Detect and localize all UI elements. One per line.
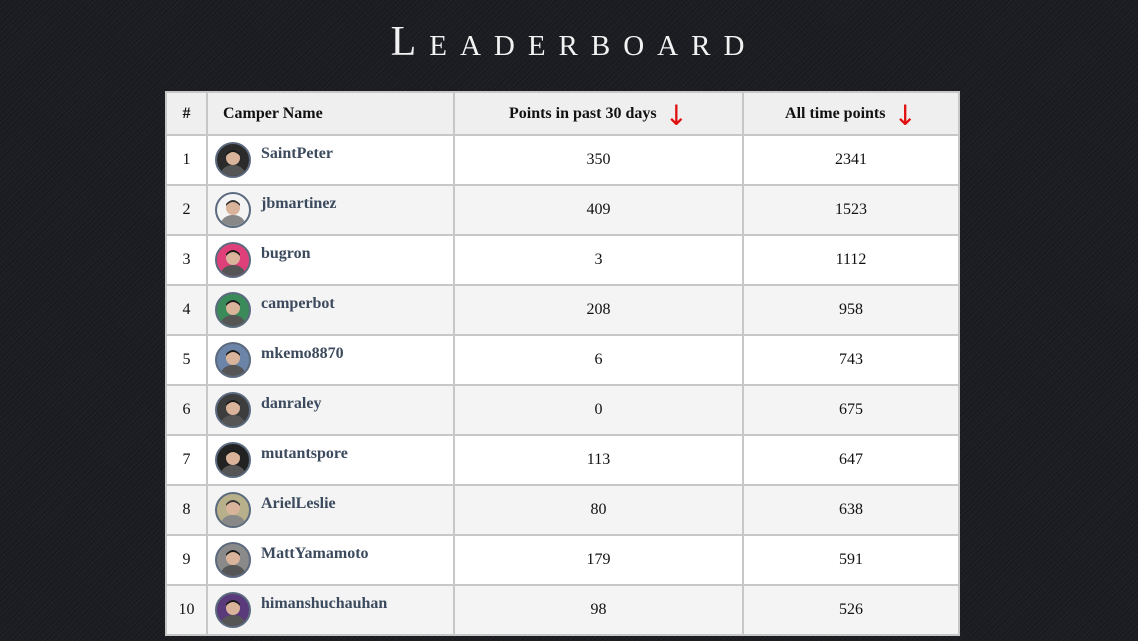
camper-profile-link[interactable]: mkemo8870 xyxy=(261,345,344,363)
recent-points-cell: 208 xyxy=(453,284,744,336)
camper-profile-link[interactable]: SaintPeter xyxy=(261,145,333,163)
alltime-points-cell: 1112 xyxy=(742,234,960,286)
camper-profile-link[interactable]: jbmartinez xyxy=(261,195,337,213)
camper-info: SaintPeter xyxy=(215,142,453,178)
camper-profile-link[interactable]: MattYamamoto xyxy=(261,545,369,563)
camper-name-cell: jbmartinez xyxy=(206,184,455,236)
camper-info: camperbot xyxy=(215,292,453,328)
rank-cell: 2 xyxy=(165,184,208,236)
recent-points-cell: 179 xyxy=(453,534,744,586)
rank-cell: 1 xyxy=(165,134,208,186)
table-row: 4 camperbot 208 958 xyxy=(165,284,960,336)
table-row: 5 mkemo8870 6 743 xyxy=(165,334,960,386)
photo-avatar-icon[interactable] xyxy=(215,142,251,178)
camper-info: danraley xyxy=(215,392,453,428)
alltime-points-cell: 591 xyxy=(742,534,960,586)
recent-points-cell: 98 xyxy=(453,584,744,636)
camper-name-cell: bugron xyxy=(206,234,455,286)
camper-profile-link[interactable]: danraley xyxy=(261,395,321,413)
table-row: 8 ArielLeslie 80 638 xyxy=(165,484,960,536)
table-row: 9 MattYamamoto 179 591 xyxy=(165,534,960,586)
photo-avatar-icon[interactable] xyxy=(215,342,251,378)
alltime-points-cell: 1523 xyxy=(742,184,960,236)
rank-cell: 4 xyxy=(165,284,208,336)
camper-profile-link[interactable]: ArielLeslie xyxy=(261,495,336,513)
rank-cell: 6 xyxy=(165,384,208,436)
camper-name-cell: himanshuchauhan xyxy=(206,584,455,636)
recent-points-cell: 0 xyxy=(453,384,744,436)
page-title: Leaderboard xyxy=(390,19,758,65)
rank-cell: 3 xyxy=(165,234,208,286)
camper-info: bugron xyxy=(215,242,453,278)
photo-avatar-icon[interactable] xyxy=(215,542,251,578)
photo-avatar-icon[interactable] xyxy=(215,392,251,428)
alltime-points-cell: 675 xyxy=(742,384,960,436)
camper-profile-link[interactable]: bugron xyxy=(261,245,311,263)
alltime-points-cell: 526 xyxy=(742,584,960,636)
sort-arrow-down-icon: ↓ xyxy=(893,98,917,132)
table-row: 3 bugron 3 1112 xyxy=(165,234,960,286)
alltime-points-cell: 958 xyxy=(742,284,960,336)
rank-cell: 5 xyxy=(165,334,208,386)
camper-name-cell: camperbot xyxy=(206,284,455,336)
rank-cell: 7 xyxy=(165,434,208,486)
bot-avatar-icon[interactable] xyxy=(215,292,251,328)
table-row: 1 SaintPeter 350 2341 xyxy=(165,134,960,186)
camper-name-cell: mkemo8870 xyxy=(206,334,455,386)
rank-cell: 10 xyxy=(165,584,208,636)
photo-avatar-icon[interactable] xyxy=(215,242,251,278)
rank-cell: 9 xyxy=(165,534,208,586)
camper-profile-link[interactable]: mutantspore xyxy=(261,445,348,463)
recent-points-cell: 350 xyxy=(453,134,744,186)
camper-info: himanshuchauhan xyxy=(215,592,453,628)
camper-name-column-header: Camper Name xyxy=(206,91,455,136)
table-row: 2 jbmartinez 409 1523 xyxy=(165,184,960,236)
sketch-avatar-icon[interactable] xyxy=(215,192,251,228)
camper-name-cell: ArielLeslie xyxy=(206,484,455,536)
camper-name-cell: SaintPeter xyxy=(206,134,455,186)
alltime-points-cell: 743 xyxy=(742,334,960,386)
camper-info: MattYamamoto xyxy=(215,542,453,578)
table-header-row: # Camper Name Points in past 30 days ↓ A… xyxy=(165,91,960,136)
leaderboard-table: # Camper Name Points in past 30 days ↓ A… xyxy=(165,91,960,636)
recent-points-header-label: Points in past 30 days xyxy=(508,104,657,122)
photo-avatar-icon[interactable] xyxy=(215,592,251,628)
photo-avatar-icon[interactable] xyxy=(215,492,251,528)
sort-alltime-points-header[interactable]: All time points ↓ xyxy=(742,91,960,136)
recent-points-cell: 80 xyxy=(453,484,744,536)
table-row: 7 mutantspore 113 647 xyxy=(165,434,960,486)
rank-column-header: # xyxy=(165,91,208,136)
camper-profile-link[interactable]: himanshuchauhan xyxy=(261,595,387,613)
camper-name-cell: MattYamamoto xyxy=(206,534,455,586)
alltime-points-cell: 647 xyxy=(742,434,960,486)
alltime-points-header-label: All time points xyxy=(785,104,886,122)
alltime-points-cell: 2341 xyxy=(742,134,960,186)
recent-points-cell: 6 xyxy=(453,334,744,386)
camper-profile-link[interactable]: camperbot xyxy=(261,295,335,313)
camper-info: ArielLeslie xyxy=(215,492,453,528)
camper-info: mkemo8870 xyxy=(215,342,453,378)
recent-points-cell: 409 xyxy=(453,184,744,236)
rank-cell: 8 xyxy=(165,484,208,536)
recent-points-cell: 3 xyxy=(453,234,744,286)
table-row: 10 himanshuchauhan 98 526 xyxy=(165,584,960,636)
table-row: 6 danraley 0 675 xyxy=(165,384,960,436)
sort-arrow-down-icon: ↓ xyxy=(664,98,689,132)
sort-recent-points-header[interactable]: Points in past 30 days ↓ xyxy=(453,91,744,136)
camper-name-cell: mutantspore xyxy=(206,434,455,486)
alltime-points-cell: 638 xyxy=(742,484,960,536)
camper-name-cell: danraley xyxy=(206,384,455,436)
recent-points-cell: 113 xyxy=(453,434,744,486)
camper-info: jbmartinez xyxy=(215,192,453,228)
camper-info: mutantspore xyxy=(215,442,453,478)
photo-avatar-icon[interactable] xyxy=(215,442,251,478)
